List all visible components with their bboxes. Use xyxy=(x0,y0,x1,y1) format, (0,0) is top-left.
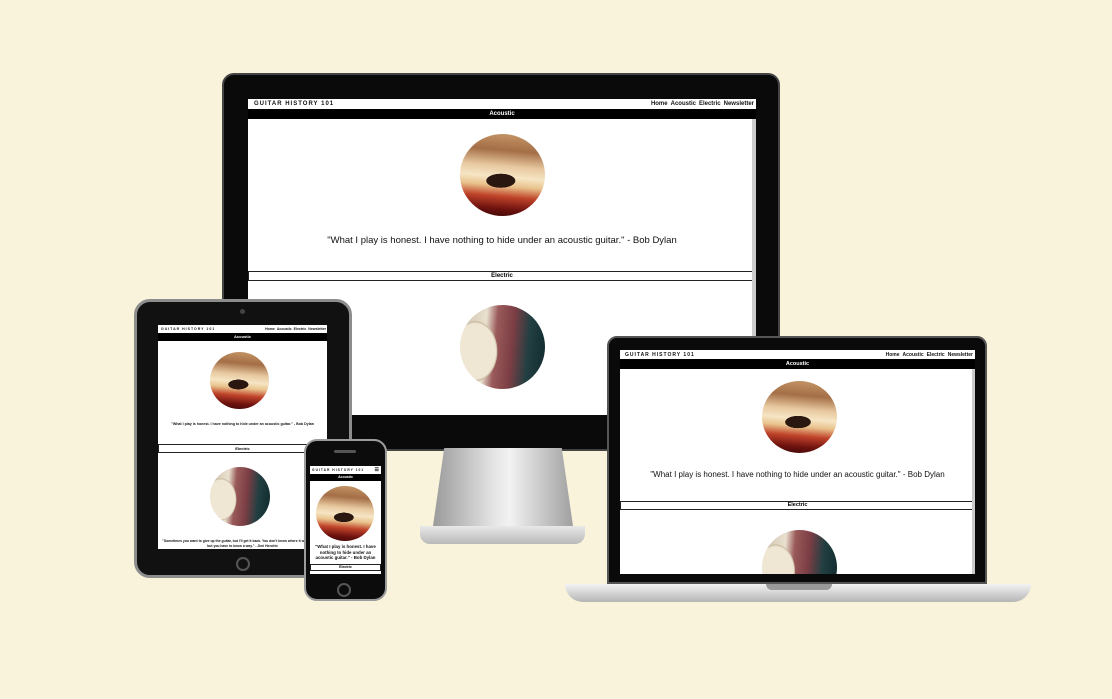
nav-newsletter[interactable]: Newsletter xyxy=(308,327,326,331)
monitor-foot xyxy=(420,526,585,544)
nav-acoustic[interactable]: Acoustic xyxy=(277,327,292,331)
phone-screen: GUITAR HISTORY 101 ☰ Acoustic "What I pl… xyxy=(310,466,381,574)
nav-electric[interactable]: Electric xyxy=(699,101,721,107)
brand-logo[interactable]: GUITAR HISTORY 101 xyxy=(161,327,215,331)
scrollbar[interactable] xyxy=(972,369,975,574)
tablet-home-button[interactable] xyxy=(236,557,250,571)
acoustic-section-bar: Acoustic xyxy=(310,474,381,481)
electric-section-bar: Electric xyxy=(248,271,756,281)
tablet-screen: GUITAR HISTORY 101 Home Acoustic Electri… xyxy=(158,325,327,549)
laptop-notch xyxy=(766,584,832,590)
electric-section-bar: Electric xyxy=(310,564,381,571)
acoustic-quote: "What I play is honest. I have nothing t… xyxy=(171,422,314,426)
nav-links: Home Acoustic Electric Newsletter xyxy=(651,101,754,107)
nav-acoustic[interactable]: Acoustic xyxy=(903,352,924,358)
brand-logo[interactable]: GUITAR HISTORY 101 xyxy=(254,101,334,107)
nav-newsletter[interactable]: Newsletter xyxy=(724,101,754,107)
acoustic-guitar-image xyxy=(762,381,837,453)
nav-newsletter[interactable]: Newsletter xyxy=(948,352,973,358)
acoustic-section-bar: Acoustic xyxy=(248,109,756,119)
electric-guitar-image xyxy=(762,530,837,574)
nav-home[interactable]: Home xyxy=(651,101,668,107)
electric-section-bar: Electric xyxy=(158,444,327,453)
acoustic-section-bar: Acoustic xyxy=(620,359,975,369)
acoustic-guitar-image xyxy=(316,486,374,541)
nav-home[interactable]: Home xyxy=(265,327,275,331)
brand-logo[interactable]: GUITAR HISTORY 101 xyxy=(312,468,364,472)
phone-home-button[interactable] xyxy=(337,583,351,597)
nav-acoustic[interactable]: Acoustic xyxy=(671,101,696,107)
electric-guitar-image xyxy=(460,305,545,389)
laptop-screen: GUITAR HISTORY 101 Home Acoustic Electri… xyxy=(620,350,975,574)
acoustic-quote: "What I play is honest. I have nothing t… xyxy=(650,470,945,479)
hamburger-icon[interactable]: ☰ xyxy=(375,467,379,473)
brand-logo[interactable]: GUITAR HISTORY 101 xyxy=(625,352,695,358)
acoustic-quote: "What I play is honest. I have nothing t… xyxy=(315,544,376,560)
acoustic-quote: "What I play is honest. I have nothing t… xyxy=(327,235,677,246)
nav-links: Home Acoustic Electric Newsletter xyxy=(886,352,973,358)
phone-speaker xyxy=(334,450,356,453)
nav-electric[interactable]: Electric xyxy=(927,352,945,358)
nav-links: Home Acoustic Electric Newsletter xyxy=(265,327,326,331)
acoustic-guitar-image xyxy=(460,134,545,216)
acoustic-guitar-image xyxy=(210,352,269,409)
nav-electric[interactable]: Electric xyxy=(294,327,307,331)
electric-quote: "Sometimes you want to give up the guita… xyxy=(162,539,323,548)
acoustic-section-bar: Acoustic xyxy=(158,333,327,341)
monitor-stand xyxy=(433,448,573,526)
electric-section-bar: Electric xyxy=(620,501,975,510)
nav-home[interactable]: Home xyxy=(886,352,900,358)
tablet-camera xyxy=(240,309,245,314)
electric-guitar-image xyxy=(210,467,270,526)
